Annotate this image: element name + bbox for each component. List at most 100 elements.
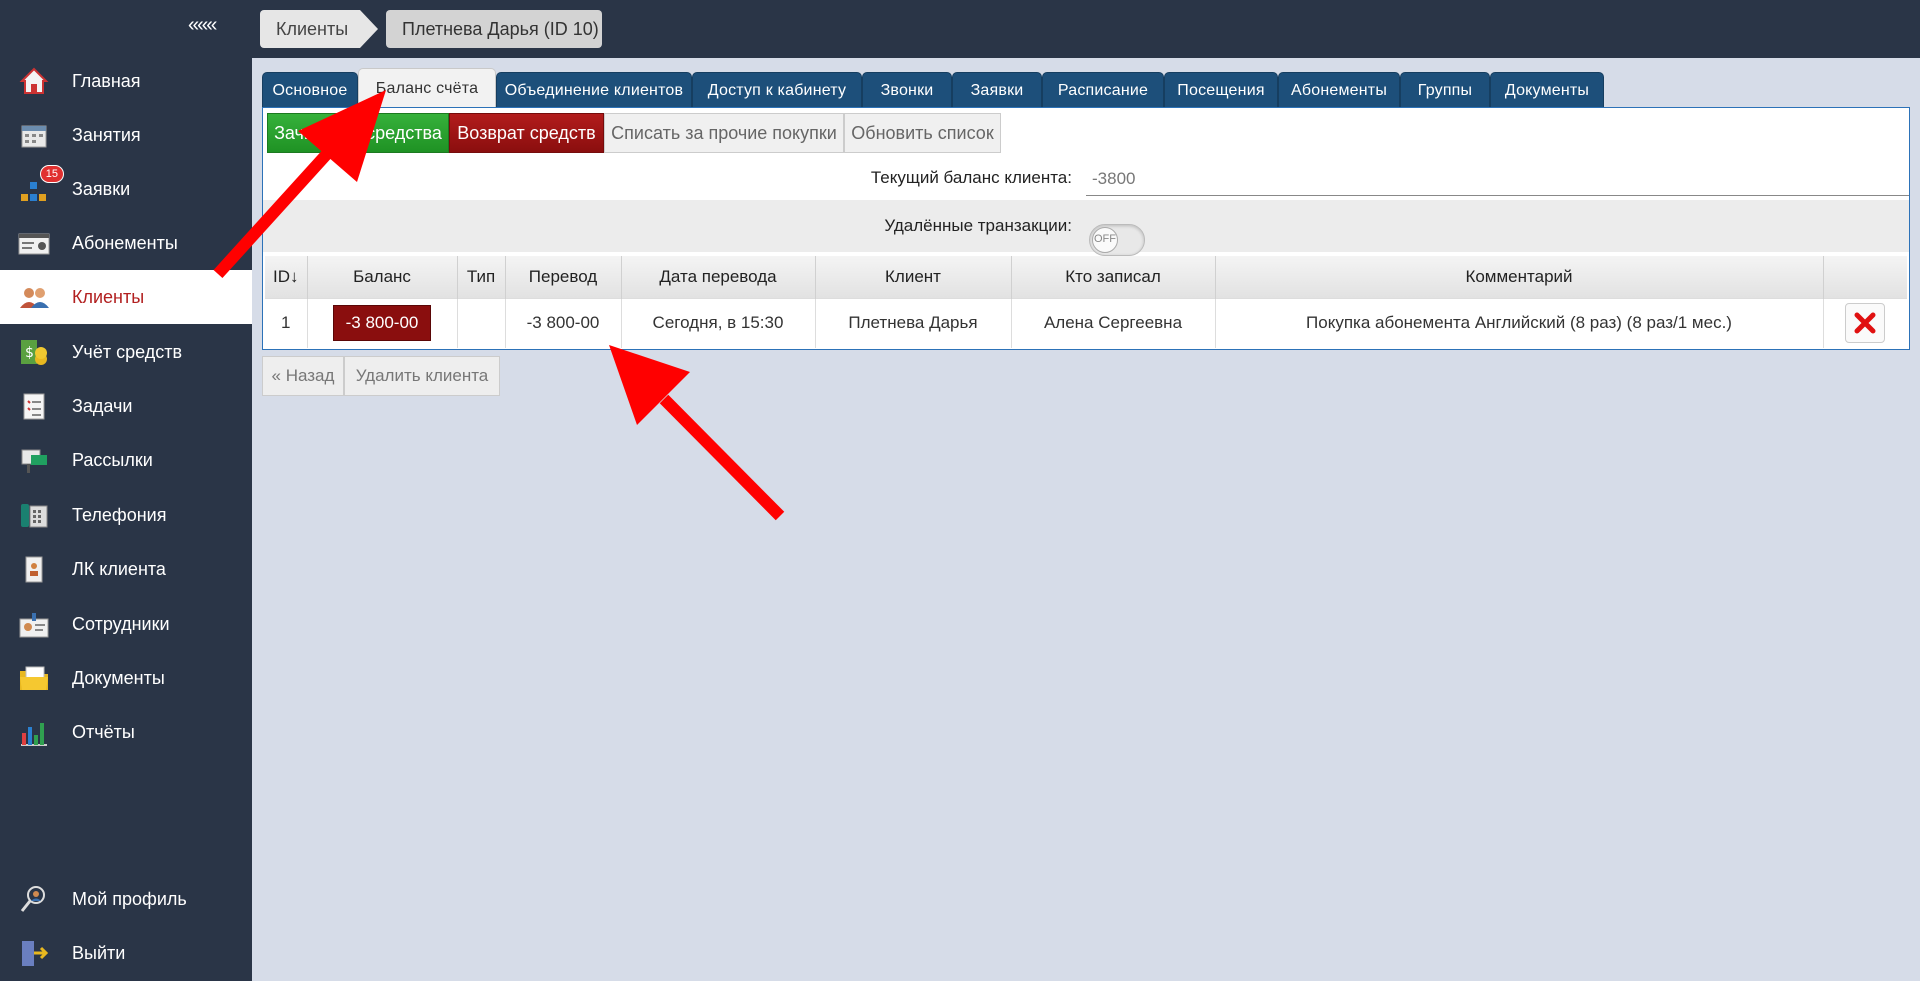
sidebar: ««« Главная Занятия 15 Заявки Абонементы…: [0, 0, 252, 981]
money-icon: $: [18, 336, 50, 368]
cell-comment: Покупка абонемента Английский (8 раз) (8…: [1215, 297, 1824, 348]
calendar-icon: [18, 119, 50, 151]
nav-label: Заявки: [72, 178, 131, 199]
phone-icon: [18, 499, 50, 531]
toggle-state-label: OFF: [1094, 233, 1116, 245]
home-icon: [18, 65, 50, 97]
nav-item-home[interactable]: Главная: [0, 54, 252, 108]
close-icon: [1854, 312, 1876, 334]
tab-calls[interactable]: Звонки: [862, 72, 952, 108]
nav-label: Мой профиль: [72, 888, 187, 909]
credit-funds-button[interactable]: Зачислить средства: [267, 113, 449, 153]
membership-card-icon: [18, 227, 50, 259]
col-transfer[interactable]: Перевод: [505, 256, 622, 298]
nav-label: ЛК клиента: [72, 558, 166, 579]
tab-documents[interactable]: Документы: [1490, 72, 1604, 108]
tab-groups[interactable]: Группы: [1400, 72, 1490, 108]
nav-label: Абонементы: [72, 232, 178, 253]
nav-label: Задачи: [72, 395, 133, 416]
nav-label: Отчёты: [72, 721, 135, 742]
tab-requests[interactable]: Заявки: [952, 72, 1042, 108]
cell-actions: [1823, 297, 1907, 348]
col-date[interactable]: Дата перевода: [621, 256, 816, 298]
nav-item-documents[interactable]: Документы: [0, 651, 252, 705]
svg-text:$: $: [25, 345, 34, 361]
delete-client-button[interactable]: Удалить клиента: [344, 356, 500, 396]
tab-visits[interactable]: Посещения: [1164, 72, 1278, 108]
tab-memberships[interactable]: Абонементы: [1278, 72, 1400, 108]
nav-label: Главная: [72, 70, 141, 91]
logout-icon: [18, 937, 50, 969]
col-type[interactable]: Тип: [457, 256, 506, 298]
cell-recorded-by: Алена Сергеевна: [1011, 297, 1216, 348]
transactions-table: ID↓ Баланс Тип Перевод Дата перевода Кли…: [265, 256, 1907, 348]
nav-label: Телефония: [72, 504, 167, 525]
balance-label: Текущий баланс клиента:: [870, 168, 1072, 187]
cell-client: Плетнева Дарья: [815, 297, 1012, 348]
client-cabinet-icon: [18, 553, 50, 585]
nav-item-staff[interactable]: Сотрудники: [0, 597, 252, 651]
cell-type: [457, 297, 506, 348]
nav-label: Рассылки: [72, 449, 153, 470]
tab-schedule[interactable]: Расписание: [1042, 72, 1164, 108]
collapse-sidebar-button[interactable]: «««: [188, 14, 217, 37]
tab-merge-clients[interactable]: Объединение клиентов: [496, 72, 692, 108]
cell-id: 1: [265, 297, 308, 348]
reports-icon: [18, 716, 50, 748]
nav-item-mailings[interactable]: Рассылки: [0, 433, 252, 487]
col-client[interactable]: Клиент: [815, 256, 1012, 298]
nav-label: Клиенты: [72, 286, 145, 307]
col-actions: [1823, 256, 1907, 298]
clients-icon: [18, 281, 50, 313]
balance-badge: -3 800-00: [332, 305, 432, 342]
breadcrumb-separator: [360, 10, 378, 48]
nav-item-memberships[interactable]: Абонементы: [0, 216, 252, 270]
staff-icon: [18, 608, 50, 640]
cell-date: Сегодня, в 15:30: [621, 297, 816, 348]
mailing-icon: [18, 444, 50, 476]
deleted-transactions-row: Удалённые транзакции:: [263, 200, 1909, 252]
annotation-arrow-to-transfer-value: [609, 345, 785, 521]
debit-other-purchases-button[interactable]: Списать за прочие покупки: [604, 113, 844, 153]
table-row: 1 -3 800-00 -3 800-00 Сегодня, в 15:30 П…: [265, 297, 1907, 348]
top-bar: Клиенты Плетнева Дарья (ID 10): [252, 0, 1920, 58]
nav-item-telephony[interactable]: Телефония: [0, 488, 252, 542]
refund-button[interactable]: Возврат средств: [449, 113, 604, 153]
documents-icon: [18, 662, 50, 694]
breadcrumb-current-client: Плетнева Дарья (ID 10): [386, 10, 602, 48]
nav-item-client-cabinet[interactable]: ЛК клиента: [0, 542, 252, 596]
deleted-transactions-label: Удалённые транзакции:: [884, 216, 1072, 235]
cell-transfer: -3 800-00: [505, 297, 622, 348]
balance-value-field: -3800: [1086, 162, 1909, 196]
nav-item-clients[interactable]: Клиенты: [0, 270, 252, 324]
delete-transaction-button[interactable]: [1845, 303, 1886, 344]
col-recorded-by[interactable]: Кто записал: [1011, 256, 1216, 298]
nav-label: Выйти: [72, 942, 126, 963]
nav-item-requests[interactable]: 15 Заявки: [0, 162, 252, 216]
nav-item-lessons[interactable]: Занятия: [0, 108, 252, 162]
nav-item-tasks[interactable]: Задачи: [0, 379, 252, 433]
nav-label: Сотрудники: [72, 613, 170, 634]
nav-item-my-profile[interactable]: Мой профиль: [0, 872, 252, 926]
col-comment[interactable]: Комментарий: [1215, 256, 1824, 298]
col-balance[interactable]: Баланс: [307, 256, 458, 298]
nav-label: Учёт средств: [72, 341, 183, 362]
nav-item-reports[interactable]: Отчёты: [0, 705, 252, 759]
back-button[interactable]: « Назад: [262, 356, 344, 396]
col-id[interactable]: ID↓: [265, 256, 308, 298]
nav-item-finance[interactable]: $ Учёт средств: [0, 325, 252, 379]
tab-main[interactable]: Основное: [262, 72, 358, 108]
deleted-transactions-toggle[interactable]: OFF: [1089, 224, 1145, 256]
tasks-icon: [18, 390, 50, 422]
breadcrumb-clients[interactable]: Клиенты: [260, 10, 360, 48]
cell-balance: -3 800-00: [307, 297, 458, 348]
tab-balance[interactable]: Баланс счёта: [358, 68, 496, 108]
refresh-list-button[interactable]: Обновить список: [844, 113, 1001, 153]
nav-item-logout[interactable]: Выйти: [0, 926, 252, 980]
balance-panel: Зачислить средства Возврат средств Списа…: [262, 107, 1910, 350]
tab-cabinet-access[interactable]: Доступ к кабинету: [692, 72, 862, 108]
requests-badge: 15: [39, 165, 64, 183]
profile-icon: [18, 883, 50, 915]
balance-row: Текущий баланс клиента: -3800: [263, 156, 1909, 200]
requests-icon: 15: [18, 165, 64, 205]
